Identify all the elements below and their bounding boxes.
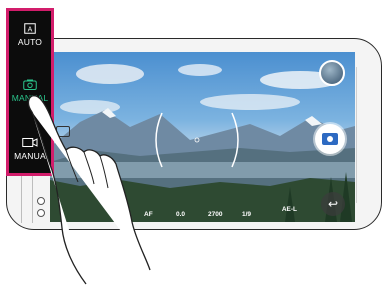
shutter-button[interactable] <box>315 124 345 154</box>
back-button[interactable]: ↩ <box>321 192 345 216</box>
focus-ring <box>155 112 239 168</box>
camera-icon <box>56 126 70 137</box>
phone-right-edge <box>356 67 381 203</box>
gallery-thumbnail[interactable] <box>319 60 345 86</box>
setting-value: 0.0 <box>176 211 186 218</box>
mode-manual-video-label: MANUA <box>14 151 46 161</box>
setting-white-balance[interactable]: 2700 <box>208 211 222 218</box>
setting-value: 1/9 <box>242 211 252 218</box>
setting-value: AF <box>144 211 153 218</box>
setting-shutter-speed[interactable]: 1/9 <box>242 211 251 218</box>
video-icon <box>22 138 38 147</box>
setting-value: 2700 <box>208 211 223 218</box>
mode-auto-label: AUTO <box>17 37 43 47</box>
camera-viewfinder[interactable]: ↩ AF 0.0 2700 1/9 AE-L <box>50 52 355 222</box>
mode-manual-label: MANUAL <box>11 93 49 103</box>
mode-auto[interactable]: A AUTO <box>9 23 51 47</box>
camera-mode-menu: A AUTO MANUAL MANUA <box>6 8 54 176</box>
sensor-dot <box>37 197 45 205</box>
svg-text:A: A <box>28 27 33 34</box>
mode-manual[interactable]: MANUAL <box>9 79 51 103</box>
ae-lock-button[interactable]: AE-L <box>282 206 297 213</box>
setting-focus[interactable]: AF <box>144 211 153 218</box>
auto-icon: A <box>24 23 36 34</box>
camera-icon <box>23 79 37 90</box>
manual-settings-bar: AF 0.0 2700 1/9 <box>136 200 276 218</box>
setting-exposure[interactable]: 0.0 <box>176 211 185 218</box>
mode-manual-video[interactable]: MANUA <box>9 137 51 161</box>
back-arrow-icon: ↩ <box>327 197 339 211</box>
sensor-dot <box>37 209 45 217</box>
camera-icon <box>322 133 338 145</box>
